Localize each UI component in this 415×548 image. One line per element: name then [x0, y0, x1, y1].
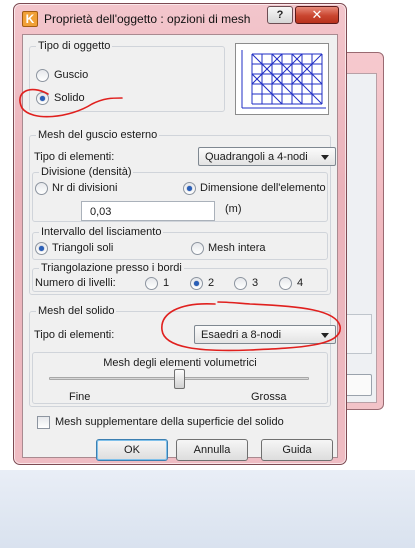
solid-element-type-value: Esaedri a 8-nodi — [201, 329, 282, 341]
solid-element-type-label: Tipo di elementi: — [34, 329, 115, 341]
radio-level-4[interactable] — [279, 277, 292, 290]
volume-mesh-title: Mesh degli elementi volumetrici — [103, 357, 257, 369]
radio-triangoli-soli-label[interactable]: Triangoli soli — [52, 242, 113, 254]
radio-level-4-label[interactable]: 4 — [297, 277, 303, 289]
extra-surface-mesh-label[interactable]: Mesh supplementare della superficie del … — [55, 416, 284, 428]
outer-shell-group: Mesh del guscio esterno Tipo di elementi… — [29, 129, 336, 295]
titlebar-help-button[interactable]: ? — [267, 6, 293, 24]
close-icon: ✕ — [311, 7, 323, 22]
element-size-input[interactable]: 0,03 — [81, 201, 215, 221]
radio-mesh-intera-label[interactable]: Mesh intera — [208, 242, 265, 254]
radio-guscio[interactable] — [36, 69, 49, 82]
radio-dimensione-elemento[interactable] — [183, 182, 196, 195]
radio-guscio-label[interactable]: Guscio — [54, 69, 88, 81]
mesh-density-slider-thumb[interactable] — [173, 369, 185, 389]
object-type-title: Tipo di oggetto — [36, 40, 113, 52]
radio-level-2-label[interactable]: 2 — [208, 277, 214, 289]
slider-max-label: Grossa — [251, 391, 287, 403]
division-group: Divisione (densità) Nr di divisioni Dime… — [32, 166, 328, 222]
chevron-down-icon — [321, 155, 329, 160]
volume-mesh-group: Mesh degli elementi volumetrici Fine Gro… — [32, 352, 328, 404]
object-type-group: Tipo di oggetto Guscio Solido — [29, 40, 225, 112]
element-size-unit: (m) — [225, 203, 242, 215]
mesh-options-dialog: K Proprietà dell'oggetto : opzioni di me… — [13, 3, 347, 465]
solid-mesh-title: Mesh del solido — [36, 305, 117, 317]
outer-shell-title: Mesh del guscio esterno — [36, 129, 160, 141]
dialog-titlebar[interactable]: K Proprietà dell'oggetto : opzioni di me… — [14, 4, 346, 32]
help-button[interactable]: Guida — [261, 439, 333, 461]
slider-min-label: Fine — [69, 391, 91, 403]
radio-solido-label[interactable]: Solido — [54, 92, 85, 104]
radio-nr-divisioni[interactable] — [35, 182, 48, 195]
close-button[interactable]: ✕ — [295, 6, 339, 24]
shell-element-type-value: Quadrangoli a 4-nodi — [205, 151, 308, 163]
ok-button[interactable]: OK — [96, 439, 168, 461]
solid-element-type-select[interactable]: Esaedri a 8-nodi — [194, 325, 336, 344]
radio-triangoli-soli[interactable] — [35, 242, 48, 255]
radio-level-2[interactable] — [190, 277, 203, 290]
radio-dimensione-elemento-label[interactable]: Dimensione dell'elemento — [200, 182, 326, 194]
element-size-value: 0,03 — [90, 206, 112, 218]
solid-mesh-group: Mesh del solido Tipo di elementi: Esaedr… — [29, 305, 336, 407]
mesh-preview-image — [235, 43, 329, 115]
smoothing-group: Intervallo del lisciamento Triangoli sol… — [32, 226, 328, 260]
app-icon: K — [22, 11, 38, 27]
shell-element-type-select[interactable]: Quadrangoli a 4-nodi — [198, 147, 336, 166]
chevron-down-icon — [321, 333, 329, 338]
levels-label: Numero di livelli: — [35, 277, 116, 289]
dialog-title: Proprietà dell'oggetto : opzioni di mesh — [44, 12, 251, 26]
radio-level-3-label[interactable]: 3 — [252, 277, 258, 289]
border-triangulation-title: Triangolazione presso i bordi — [39, 262, 184, 274]
mesh-preview-graphic — [241, 50, 326, 109]
cancel-button[interactable]: Annulla — [176, 439, 248, 461]
border-triangulation-group: Triangolazione presso i bordi Numero di … — [32, 262, 328, 292]
smoothing-title: Intervallo del lisciamento — [39, 226, 164, 238]
radio-level-1-label[interactable]: 1 — [163, 277, 169, 289]
division-title: Divisione (densità) — [39, 166, 134, 178]
shell-element-type-label: Tipo di elementi: — [34, 151, 115, 163]
desktop-background — [0, 470, 415, 548]
dialog-client: Tipo di oggetto Guscio Solido Mesh del g… — [22, 34, 338, 461]
radio-nr-divisioni-label[interactable]: Nr di divisioni — [52, 182, 117, 194]
radio-solido[interactable] — [36, 92, 49, 105]
radio-level-3[interactable] — [234, 277, 247, 290]
radio-level-1[interactable] — [145, 277, 158, 290]
radio-mesh-intera[interactable] — [191, 242, 204, 255]
extra-surface-mesh-checkbox[interactable] — [37, 416, 50, 429]
